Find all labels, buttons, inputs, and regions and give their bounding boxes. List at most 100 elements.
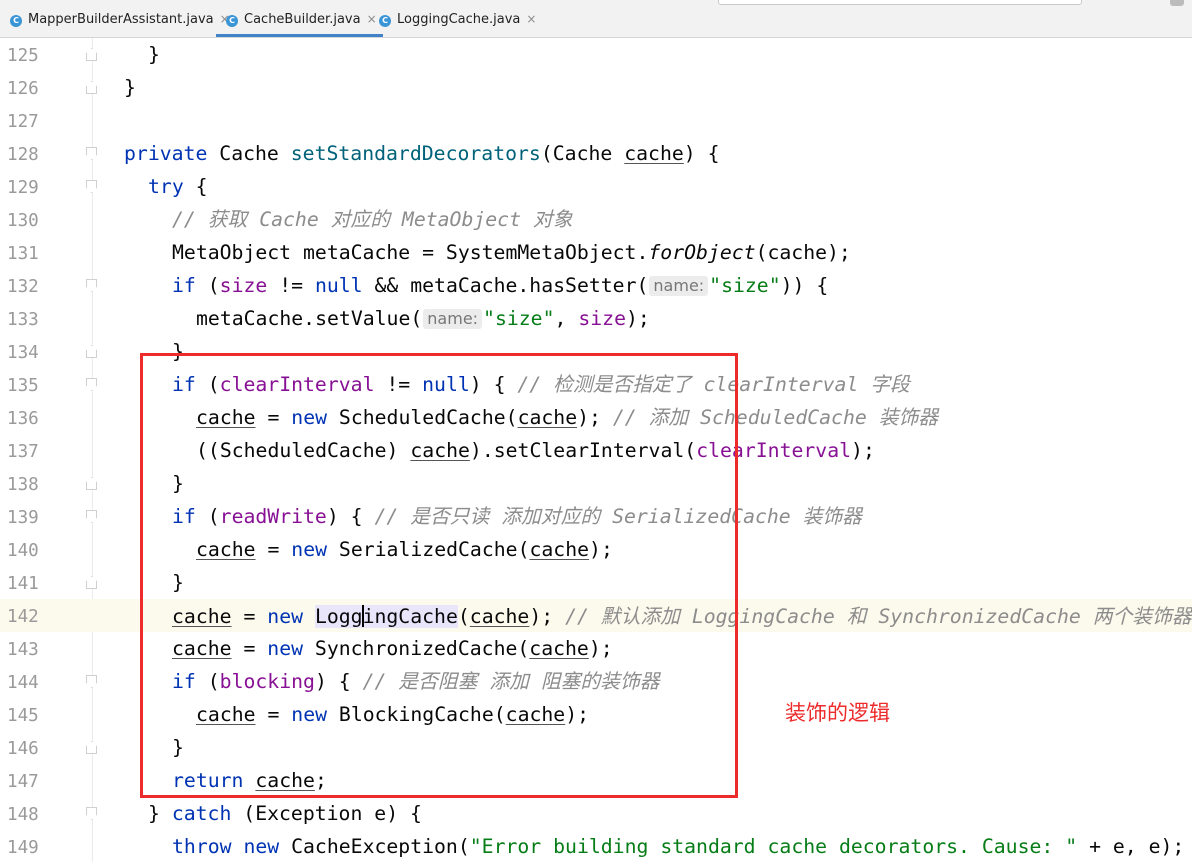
java-class-icon: C <box>379 15 391 27</box>
code-line-127[interactable]: 127 <box>0 104 1192 137</box>
code-text: return cache; <box>172 769 327 792</box>
code-text: cache = new BlockingCache(cache); <box>196 703 590 726</box>
code-line-134[interactable]: 134 } <box>0 335 1192 368</box>
code-text: ((ScheduledCache) cache).setClearInterva… <box>196 439 875 462</box>
fold-start-icon[interactable] <box>86 807 97 820</box>
code-text: throw new CacheException("Error building… <box>172 835 1185 858</box>
code-text: } <box>172 340 184 363</box>
java-class-icon: C <box>10 15 22 27</box>
code-text: cache = new ScheduledCache(cache); // 添加… <box>196 406 939 429</box>
highlighted-identifier: LoggingCache <box>314 605 458 628</box>
line-number: 125 <box>7 46 39 66</box>
code-text: if (readWrite) { // 是否只读 添加对应的 Serialize… <box>172 505 862 528</box>
line-number: 136 <box>7 409 39 429</box>
fold-start-icon[interactable] <box>86 510 97 523</box>
code-line-144[interactable]: 144 if (blocking) { // 是否阻塞 添加 阻塞的装饰器 <box>0 665 1192 698</box>
code-line-125[interactable]: 125 } <box>0 38 1192 71</box>
editor-tab-bar: C MapperBuilderAssistant.java × C CacheB… <box>0 0 1192 38</box>
code-text: cache = new SerializedCache(cache); <box>196 538 613 561</box>
code-line-149[interactable]: 149 throw new CacheException("Error buil… <box>0 830 1192 863</box>
code-text: try { <box>148 175 208 198</box>
code-text: } <box>172 472 184 495</box>
code-line-148[interactable]: 148 } catch (Exception e) { <box>0 797 1192 830</box>
fold-end-icon[interactable] <box>86 48 97 61</box>
code-line-142-current[interactable]: 142 cache = new LoggingCache(cache); // … <box>0 599 1192 632</box>
fold-start-icon[interactable] <box>86 180 97 193</box>
code-line-133[interactable]: 133 metaCache.setValue(name: "size", size… <box>0 302 1192 335</box>
tab-logging-cache[interactable]: C LoggingCache.java × <box>369 8 536 37</box>
scrollbar-thumb[interactable] <box>1170 0 1184 6</box>
line-number: 143 <box>7 640 39 660</box>
fold-end-icon[interactable] <box>86 576 97 589</box>
tab-cache-builder[interactable]: C CacheBuilder.java × <box>216 8 383 37</box>
fold-end-icon[interactable] <box>86 741 97 754</box>
code-text: MetaObject metaCache = SystemMetaObject.… <box>172 241 851 264</box>
line-number: 139 <box>7 508 39 528</box>
line-number: 132 <box>7 277 39 297</box>
code-text: cache = new SynchronizedCache(cache); <box>172 637 613 660</box>
search-field[interactable] <box>718 0 1082 5</box>
line-number: 144 <box>7 673 39 693</box>
code-line-147[interactable]: 147 return cache; <box>0 764 1192 797</box>
line-number: 135 <box>7 376 39 396</box>
code-text: if (blocking) { // 是否阻塞 添加 阻塞的装饰器 <box>172 670 660 693</box>
code-text: if (size != null && metaCache.hasSetter(… <box>172 274 829 297</box>
fold-end-icon[interactable] <box>86 477 97 490</box>
close-tab-icon[interactable]: × <box>526 12 536 26</box>
code-line-128[interactable]: 128 private Cache setStandardDecorators(… <box>0 137 1192 170</box>
code-text: } <box>172 571 184 594</box>
code-line-138[interactable]: 138 } <box>0 467 1192 500</box>
code-line-131[interactable]: 131 MetaObject metaCache = SystemMetaObj… <box>0 236 1192 269</box>
code-line-130[interactable]: 130 // 获取 Cache 对应的 MetaObject 对象 <box>0 203 1192 236</box>
code-line-129[interactable]: 129 try { <box>0 170 1192 203</box>
line-number: 141 <box>7 574 39 594</box>
code-text: metaCache.setValue(name: "size", size); <box>196 307 650 330</box>
code-line-139[interactable]: 139 if (readWrite) { // 是否只读 添加对应的 Seria… <box>0 500 1192 533</box>
line-number: 137 <box>7 442 39 462</box>
parameter-hint: name: <box>423 309 483 329</box>
tab-label: CacheBuilder.java <box>244 12 361 27</box>
fold-start-icon[interactable] <box>86 378 97 391</box>
fold-start-icon[interactable] <box>86 675 97 688</box>
code-text: private Cache setStandardDecorators(Cach… <box>124 142 720 165</box>
code-line-137[interactable]: 137 ((ScheduledCache) cache).setClearInt… <box>0 434 1192 467</box>
code-line-136[interactable]: 136 cache = new ScheduledCache(cache); /… <box>0 401 1192 434</box>
line-number: 145 <box>7 706 39 726</box>
annotation-label: 装饰的逻辑 <box>785 701 890 725</box>
line-number: 130 <box>7 211 39 231</box>
code-text: if (clearInterval != null) { // 检测是否指定了 … <box>172 373 910 396</box>
fold-start-icon[interactable] <box>86 279 97 292</box>
code-line-135[interactable]: 135 if (clearInterval != null) { // 检测是否… <box>0 368 1192 401</box>
line-number: 131 <box>7 244 39 264</box>
line-number: 134 <box>7 343 39 363</box>
code-line-141[interactable]: 141 } <box>0 566 1192 599</box>
code-text: } <box>148 43 160 66</box>
line-number: 140 <box>7 541 39 561</box>
line-number: 133 <box>7 310 39 330</box>
code-line-132[interactable]: 132 if (size != null && metaCache.hasSet… <box>0 269 1192 302</box>
tab-label: LoggingCache.java <box>397 12 521 27</box>
fold-end-icon[interactable] <box>86 345 97 358</box>
code-text: // 获取 Cache 对应的 MetaObject 对象 <box>172 208 573 231</box>
line-number: 129 <box>7 178 39 198</box>
line-number: 149 <box>7 838 39 858</box>
fold-end-icon[interactable] <box>86 81 97 94</box>
code-text: } catch (Exception e) { <box>148 802 422 825</box>
line-number: 127 <box>7 112 39 132</box>
code-line-126[interactable]: 126 } <box>0 71 1192 104</box>
line-number: 147 <box>7 772 39 792</box>
code-line-143[interactable]: 143 cache = new SynchronizedCache(cache)… <box>0 632 1192 665</box>
line-number: 126 <box>7 79 39 99</box>
tab-mapper-builder-assistant[interactable]: C MapperBuilderAssistant.java × <box>0 8 230 37</box>
parameter-hint: name: <box>649 276 709 296</box>
code-line-145[interactable]: 145 cache = new BlockingCache(cache); <box>0 698 1192 731</box>
code-text: } <box>172 736 184 759</box>
line-number: 128 <box>7 145 39 165</box>
fold-start-icon[interactable] <box>86 147 97 160</box>
code-text: cache = new LoggingCache(cache); // 默认添加… <box>172 605 1192 628</box>
java-class-icon: C <box>226 15 238 27</box>
code-line-140[interactable]: 140 cache = new SerializedCache(cache); <box>0 533 1192 566</box>
tab-label: MapperBuilderAssistant.java <box>28 12 214 27</box>
code-text: } <box>124 76 136 99</box>
code-line-146[interactable]: 146 } <box>0 731 1192 764</box>
